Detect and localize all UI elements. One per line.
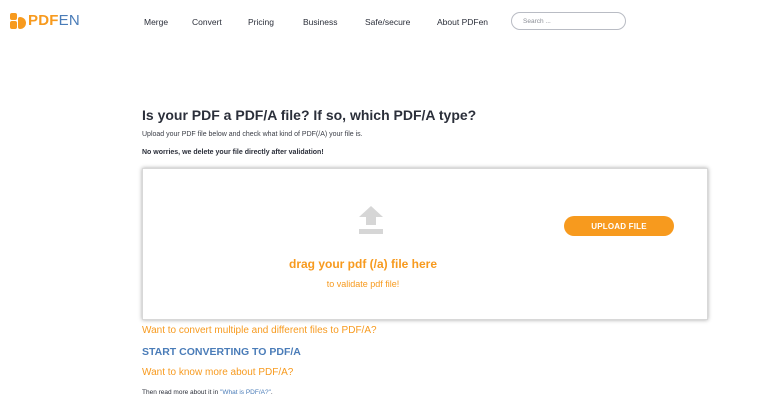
nav-item-pricing[interactable]: Pricing (248, 17, 274, 27)
validate-subtext: to validate pdf file! (326, 279, 400, 289)
nav-item-about[interactable]: About PDFen (437, 17, 488, 27)
privacy-notice: No worries, we delete your file directly… (142, 149, 324, 156)
read-more-suffix: . (270, 389, 273, 396)
logo-text-pdf: PDF (28, 12, 59, 29)
read-more-text: Then read more about it in "What is PDF/… (142, 389, 273, 396)
search-input[interactable] (523, 17, 618, 26)
nav-item-merge[interactable]: Merge (144, 17, 168, 27)
upload-file-button[interactable]: UPLOAD FILE (564, 216, 674, 236)
nav-item-convert[interactable]: Convert (192, 17, 222, 27)
logo-mark-icon (10, 12, 26, 29)
convert-question: Want to convert multiple and different f… (142, 325, 377, 336)
nav-item-business[interactable]: Business (303, 17, 338, 27)
intro-text: Upload your PDF file below and check wha… (142, 131, 363, 138)
what-is-pdfa-link[interactable]: "What is PDF/A?" (220, 389, 271, 396)
learn-more-question: Want to know more about PDF/A? (142, 367, 294, 378)
start-converting-link[interactable]: START CONVERTING TO PDF/A (142, 346, 301, 358)
nav-item-safe-secure[interactable]: Safe/secure (365, 17, 410, 27)
site-header: PDFEN Merge Convert Pricing Business Saf… (0, 0, 768, 44)
pdfen-logo[interactable]: PDFEN (10, 12, 80, 29)
drag-instruction: drag your pdf (/a) file here (288, 257, 438, 271)
search-box[interactable] (511, 12, 626, 30)
file-dropzone[interactable]: drag your pdf (/a) file here to validate… (142, 168, 708, 320)
read-more-prefix: Then read more about it in (142, 389, 221, 396)
upload-arrow-icon (359, 206, 383, 234)
logo-text-en: EN (58, 12, 80, 29)
page-title: Is your PDF a PDF/A file? If so, which P… (142, 107, 477, 123)
